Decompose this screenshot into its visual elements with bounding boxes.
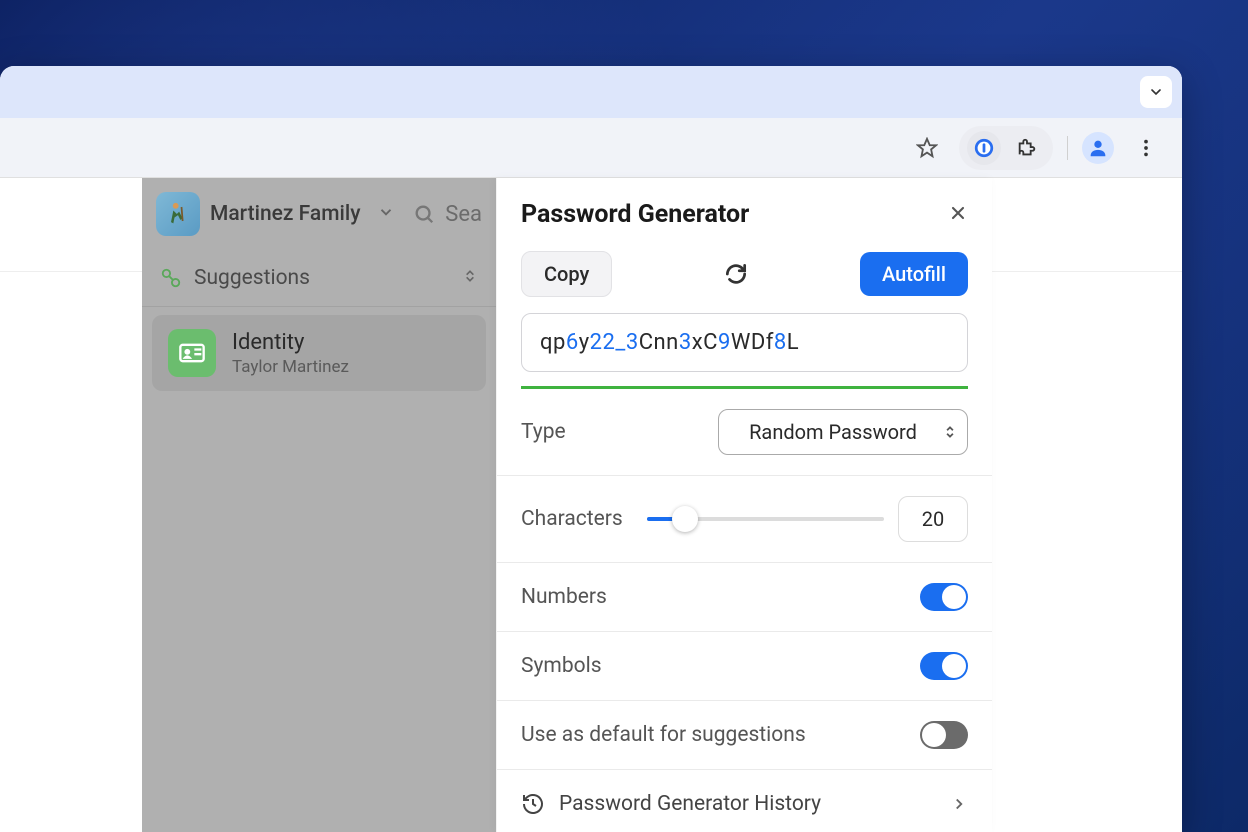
- search-field[interactable]: Sea: [405, 202, 482, 227]
- browser-menu-button[interactable]: [1128, 130, 1164, 166]
- refresh-icon: [723, 261, 749, 287]
- select-chevron: [943, 420, 957, 444]
- regenerate-button[interactable]: [718, 256, 754, 292]
- suggestions-label: Suggestions: [194, 266, 450, 290]
- characters-value-input[interactable]: 20: [898, 496, 968, 542]
- close-button[interactable]: [948, 203, 968, 227]
- suggestion-icon: [160, 267, 182, 289]
- type-row: Type Random Password: [497, 389, 992, 476]
- characters-row: Characters 20: [497, 476, 992, 563]
- browser-window: Martinez Family Sea Suggestions: [0, 66, 1182, 832]
- sort-button[interactable]: [462, 268, 478, 288]
- toggle-thumb: [942, 654, 966, 678]
- toggle-thumb: [922, 723, 946, 747]
- identity-subtitle: Taylor Martinez: [232, 357, 349, 377]
- extensions-group: [959, 126, 1053, 170]
- chevron-right-icon: [950, 795, 968, 813]
- onepassword-icon: [973, 137, 995, 159]
- numbers-label: Numbers: [521, 585, 607, 609]
- profile-avatar-icon: [1087, 137, 1109, 159]
- search-icon: [413, 203, 435, 225]
- search-placeholder: Sea: [445, 202, 482, 227]
- popup-title: Password Generator: [521, 200, 749, 229]
- slider-thumb[interactable]: [672, 506, 698, 532]
- autofill-button[interactable]: Autofill: [860, 252, 968, 296]
- numbers-row: Numbers: [497, 563, 992, 632]
- vault-chevron: [377, 203, 395, 225]
- sort-updown-icon: [462, 268, 478, 284]
- vault-name-label: Martinez Family: [210, 202, 367, 226]
- symbols-row: Symbols: [497, 632, 992, 701]
- tab-strip: [0, 66, 1182, 118]
- profile-button[interactable]: [1082, 132, 1114, 164]
- star-icon: [916, 137, 938, 159]
- identity-text: Identity Taylor Martinez: [232, 330, 349, 377]
- history-label: Password Generator History: [559, 792, 936, 816]
- generated-password-field[interactable]: qp6y22_3Cnn3xC9WDf8L: [521, 313, 968, 372]
- vault-selector[interactable]: Martinez Family Sea: [142, 178, 496, 250]
- identity-title: Identity: [232, 330, 349, 355]
- history-row[interactable]: Password Generator History: [497, 770, 992, 832]
- characters-slider[interactable]: [647, 517, 884, 521]
- toggle-thumb: [942, 585, 966, 609]
- extensions-button[interactable]: [1009, 130, 1045, 166]
- identity-card-icon: [168, 329, 216, 377]
- type-select[interactable]: Random Password: [718, 409, 968, 455]
- symbols-label: Symbols: [521, 654, 602, 678]
- browser-toolbar: [0, 118, 1182, 178]
- password-generator-popup: Password Generator Copy Autofill qp6y22_…: [496, 178, 992, 832]
- onepassword-sidebar: Martinez Family Sea Suggestions: [142, 178, 496, 832]
- vault-avatar-icon: [156, 192, 200, 236]
- type-label: Type: [521, 420, 566, 444]
- suggestions-header[interactable]: Suggestions: [142, 250, 496, 307]
- symbols-toggle[interactable]: [920, 652, 968, 680]
- default-label: Use as default for suggestions: [521, 723, 806, 747]
- numbers-toggle[interactable]: [920, 583, 968, 611]
- hiker-icon: [164, 200, 192, 228]
- copy-button[interactable]: Copy: [521, 251, 612, 297]
- updown-icon: [943, 425, 957, 439]
- history-icon: [521, 792, 545, 816]
- identity-item[interactable]: Identity Taylor Martinez: [152, 315, 486, 391]
- more-vertical-icon: [1135, 137, 1157, 159]
- puzzle-icon: [1016, 137, 1038, 159]
- chevron-down-icon: [377, 203, 395, 221]
- page-content: Martinez Family Sea Suggestions: [0, 178, 1182, 832]
- toolbar-divider: [1067, 136, 1068, 160]
- characters-label: Characters: [521, 507, 623, 531]
- type-value: Random Password: [749, 420, 917, 444]
- default-row: Use as default for suggestions: [497, 701, 992, 770]
- close-icon: [948, 203, 968, 223]
- chevron-down-icon: [1148, 84, 1164, 100]
- tabs-dropdown-button[interactable]: [1140, 76, 1172, 108]
- bookmark-star-button[interactable]: [909, 130, 945, 166]
- default-toggle[interactable]: [920, 721, 968, 749]
- onepassword-extension-button[interactable]: [967, 131, 1001, 165]
